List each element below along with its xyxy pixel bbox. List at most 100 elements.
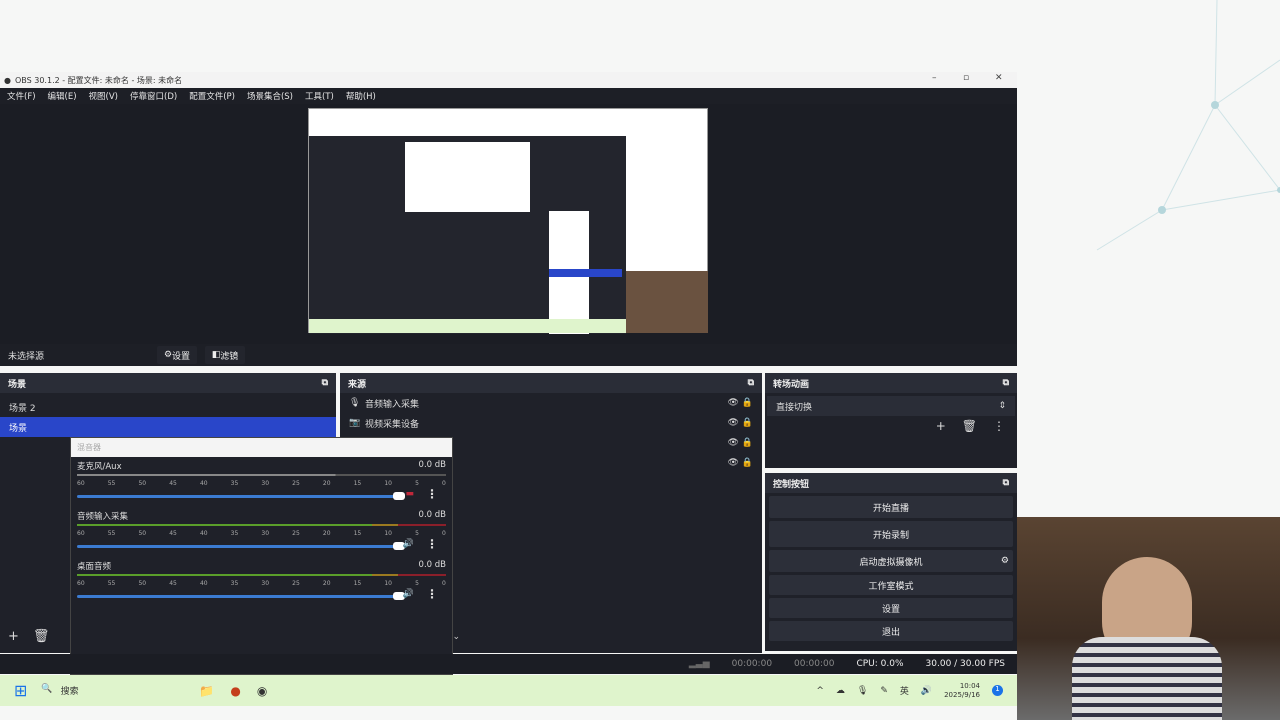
scene-item[interactable]: 场景 2 <box>0 397 336 417</box>
menu-scene-collection[interactable]: 场景集合(S) <box>247 90 293 102</box>
taskbar-search[interactable]: 🔍 搜索 <box>41 684 159 697</box>
window-title: OBS 30.1.2 - 配置文件: 未命名 - 场景: 未命名 <box>14 75 183 85</box>
source-toolbar: 未选择源 ⚙ 设置 ◧ 滤镜 <box>0 344 1017 366</box>
speaker-icon[interactable]: 🔊 <box>403 539 414 549</box>
menu-bar: 文件(F) 编辑(E) 视图(V) 停靠窗口(D) 配置文件(P) 场景集合(S… <box>0 88 1017 104</box>
filter-icon: ◧ <box>211 350 221 360</box>
meter-tick: 50 <box>138 580 147 587</box>
microphone-icon[interactable]: 🎙 <box>857 686 868 696</box>
meter-tick: 60 <box>77 580 85 587</box>
clock-time[interactable]: 10:04 <box>944 682 980 691</box>
notification-badge[interactable]: 1 <box>992 685 1003 696</box>
source-item[interactable]: 🎙 音频输入采集 👁 🔒 <box>340 393 762 413</box>
volume-meter <box>77 574 446 576</box>
add-transition-icon[interactable]: + <box>936 419 946 433</box>
mixer-channel: 桌面音频 0.0 dB 60 55 50 45 40 35 30 25 20 15 10 5 0 🔊 ⋮ <box>71 557 452 607</box>
meter-tick: 55 <box>107 480 116 487</box>
tray-chevron-icon[interactable]: ^ <box>816 686 824 696</box>
record-time: 00:00:00 <box>794 659 835 669</box>
meter-tick: 45 <box>169 480 177 487</box>
title-bar: ● OBS 30.1.2 - 配置文件: 未命名 - 场景: 未命名 – ▫ ✕ <box>0 72 1017 88</box>
transition-select[interactable]: 直接切换 ⇕ <box>767 396 1015 416</box>
meter-tick: 50 <box>138 480 147 487</box>
source-filters-button[interactable]: ◧ 滤镜 <box>205 346 245 364</box>
chevron-down-icon[interactable]: ⌄ <box>452 632 460 642</box>
source-settings-button[interactable]: ⚙ 设置 <box>157 346 197 364</box>
desktop-wallpaper-network <box>1096 0 1280 251</box>
menu-tools[interactable]: 工具(T) <box>305 90 334 102</box>
more-options-icon[interactable]: ⋮ <box>426 487 438 501</box>
meter-tick: 0 <box>442 580 446 587</box>
meter-tick: 50 <box>138 530 147 537</box>
channel-name: 音频输入采集 <box>77 512 129 522</box>
menu-file[interactable]: 文件(F) <box>7 90 36 102</box>
undock-icon[interactable]: ⧉ <box>748 378 754 388</box>
undock-icon[interactable]: ⧉ <box>1003 378 1009 388</box>
volume-icon[interactable]: 🔊 <box>921 686 932 696</box>
meter-tick: 0 <box>442 480 446 487</box>
minimize-button[interactable]: – <box>932 73 937 83</box>
pen-icon[interactable]: ✎ <box>880 686 888 696</box>
remove-scene-icon[interactable]: 🗑 <box>33 629 50 644</box>
onedrive-icon[interactable]: ☁ <box>836 686 845 696</box>
file-explorer-icon[interactable]: 📁 <box>199 684 214 698</box>
slider-handle[interactable] <box>393 492 405 500</box>
meter-tick: 35 <box>230 530 239 537</box>
meter-tick: 15 <box>353 530 362 537</box>
gear-icon[interactable]: ⚙ <box>1001 556 1009 566</box>
transitions-title: 转场动画 <box>773 379 810 390</box>
visibility-eye-icon[interactable]: 👁 🔒 <box>728 398 754 408</box>
windows-start-icon[interactable]: ⊞ <box>14 681 27 700</box>
menu-profile[interactable]: 配置文件(P) <box>189 90 235 102</box>
start-streaming-button[interactable]: 开始直播 <box>769 496 1013 518</box>
meter-tick: 40 <box>199 530 208 537</box>
meter-tick: 10 <box>384 530 392 537</box>
meter-tick: 20 <box>322 480 331 487</box>
menu-view[interactable]: 视图(V) <box>89 90 118 102</box>
scene-item-selected[interactable]: 场景 <box>0 417 336 437</box>
speaker-icon[interactable]: 🔊 <box>403 589 414 599</box>
channel-name: 麦克风/Aux <box>77 462 122 472</box>
gear-icon: ⚙ <box>163 350 173 360</box>
close-button[interactable]: ✕ <box>995 73 1003 83</box>
exit-button[interactable]: 退出 <box>769 621 1013 641</box>
menu-edit[interactable]: 编辑(E) <box>48 90 77 102</box>
add-scene-icon[interactable]: + <box>8 629 19 644</box>
start-virtual-camera-button[interactable]: 启动虚拟摄像机 ⚙ <box>769 550 1013 572</box>
meter-tick: 40 <box>199 580 208 587</box>
volume-slider[interactable] <box>77 542 405 550</box>
powerpoint-icon[interactable]: ● <box>230 684 240 698</box>
signal-icon: ▂▃▅ <box>688 659 710 669</box>
more-options-icon[interactable]: ⋮ <box>426 537 438 551</box>
menu-help[interactable]: 帮助(H) <box>346 90 376 102</box>
status-bar: ▂▃▅ 00:00:00 00:00:00 CPU: 0.0% 30.00 / … <box>0 654 1017 674</box>
studio-mode-button[interactable]: 工作室模式 <box>769 575 1013 595</box>
obs-logo-icon: ● <box>4 75 11 85</box>
muted-speaker-icon[interactable]: ▬ <box>405 489 414 499</box>
more-options-icon[interactable]: ⋮ <box>993 419 1005 433</box>
undock-icon[interactable]: ⧉ <box>1003 478 1009 488</box>
source-item[interactable]: 📷 视频采集设备 👁 🔒 <box>340 413 762 433</box>
channel-db: 0.0 dB <box>418 560 446 570</box>
start-recording-button[interactable]: 开始录制 <box>769 521 1013 547</box>
obs-icon[interactable]: ◉ <box>257 684 267 698</box>
ime-icon[interactable]: 英 <box>900 684 909 697</box>
remove-transition-icon[interactable]: 🗑 <box>962 419 977 433</box>
meter-tick: 15 <box>353 580 362 587</box>
volume-slider[interactable] <box>77 492 405 500</box>
channel-db: 0.0 dB <box>418 460 446 470</box>
settings-button[interactable]: 设置 <box>769 598 1013 618</box>
taskbar: ⊞ 🔍 搜索 📁 ● ◉ ^ ☁ 🎙 ✎ 英 🔊 10:04 2025/9/16 1 <box>0 675 1017 706</box>
meter-tick: 5 <box>415 480 419 487</box>
maximize-button[interactable]: ▫ <box>963 73 969 83</box>
channel-name: 桌面音频 <box>77 562 112 572</box>
more-options-icon[interactable]: ⋮ <box>426 587 438 601</box>
undock-icon[interactable]: ⧉ <box>322 378 328 388</box>
meter-tick: 55 <box>107 580 116 587</box>
meter-tick: 10 <box>384 480 392 487</box>
volume-slider[interactable] <box>77 592 405 600</box>
visibility-eye-icon[interactable]: 👁 🔒 <box>728 418 754 428</box>
preview-canvas[interactable] <box>308 108 708 334</box>
menu-docks[interactable]: 停靠窗口(D) <box>130 90 177 102</box>
clock-date[interactable]: 2025/9/16 <box>944 691 980 700</box>
